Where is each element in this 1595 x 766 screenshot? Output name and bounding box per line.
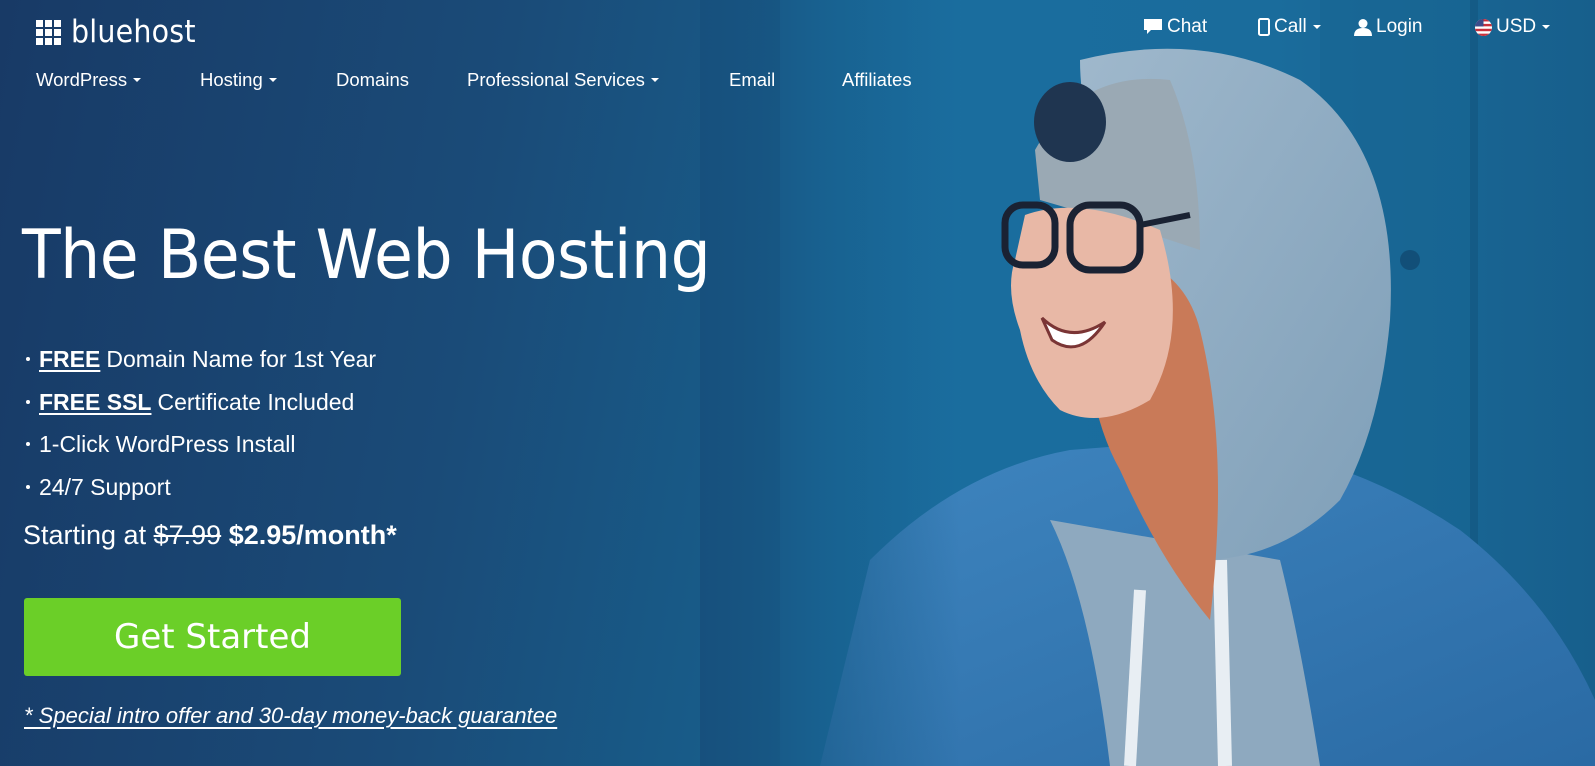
bullet-icon — [26, 399, 30, 404]
price-prefix: Starting at — [23, 520, 147, 550]
feature-item: 1-Click WordPress Install — [22, 423, 376, 466]
feature-text: Domain Name for 1st Year — [106, 346, 377, 373]
bullet-icon — [26, 484, 30, 489]
hero-image — [780, 0, 1595, 766]
nav-item-hosting[interactable]: Hosting — [200, 69, 277, 91]
chat-link[interactable]: Chat — [1143, 16, 1207, 38]
currency-dropdown[interactable]: USD — [1475, 16, 1551, 38]
nav-label: Affiliates — [842, 69, 912, 90]
woman-photo-illustration — [780, 0, 1595, 766]
us-flag-icon — [1475, 18, 1492, 36]
feature-list: FREE Domain Name for 1st Year FREE SSL C… — [22, 338, 376, 508]
feature-item: 24/7 Support — [22, 466, 376, 509]
chevron-down-icon — [268, 78, 277, 82]
feature-text: Certificate Included — [157, 388, 355, 415]
user-icon — [1354, 19, 1372, 36]
new-price: $2.95/month* — [228, 520, 397, 550]
nav-label: Email — [729, 69, 776, 90]
chevron-down-icon — [1542, 25, 1551, 29]
login-label: Login — [1376, 16, 1423, 37]
bullet-icon — [26, 357, 30, 362]
feature-item: FREE Domain Name for 1st Year — [22, 338, 376, 381]
feature-emphasis: FREE SSL — [39, 388, 152, 415]
login-link[interactable]: Login — [1354, 16, 1423, 38]
feature-emphasis: FREE — [39, 346, 101, 373]
nav-item-wordpress[interactable]: WordPress — [36, 69, 142, 91]
get-started-button[interactable]: Get Started — [24, 598, 401, 676]
call-label: Call — [1274, 16, 1307, 37]
chevron-down-icon — [133, 78, 142, 82]
bullet-icon — [26, 442, 30, 447]
old-price: $7.99 — [153, 520, 222, 550]
price-line: Starting at $7.99 $2.95/month* — [23, 520, 397, 551]
feature-text: 24/7 Support — [39, 473, 171, 500]
chevron-down-icon — [1312, 25, 1321, 29]
hero-title: The Best Web Hosting — [22, 216, 711, 295]
nav-label: Domains — [336, 69, 409, 90]
chat-label: Chat — [1167, 16, 1208, 37]
chat-bubble-icon — [1144, 19, 1162, 34]
phone-icon — [1258, 18, 1270, 36]
nav-item-professional-services[interactable]: Professional Services — [467, 69, 659, 91]
utility-nav: Chat Call Login USD — [0, 16, 1595, 40]
call-dropdown[interactable]: Call — [1258, 16, 1321, 38]
nav-label: Professional Services — [467, 69, 645, 90]
currency-label: USD — [1496, 16, 1537, 37]
nav-item-domains[interactable]: Domains — [336, 69, 409, 91]
nav-item-affiliates[interactable]: Affiliates — [842, 69, 912, 91]
feature-item: FREE SSL Certificate Included — [22, 381, 376, 424]
nav-label: Hosting — [200, 69, 263, 90]
nav-item-email[interactable]: Email — [729, 69, 775, 91]
chevron-down-icon — [650, 78, 659, 82]
feature-text: 1-Click WordPress Install — [39, 431, 296, 458]
nav-label: WordPress — [36, 69, 128, 90]
offer-disclaimer-link[interactable]: * Special intro offer and 30-day money-b… — [24, 703, 557, 729]
